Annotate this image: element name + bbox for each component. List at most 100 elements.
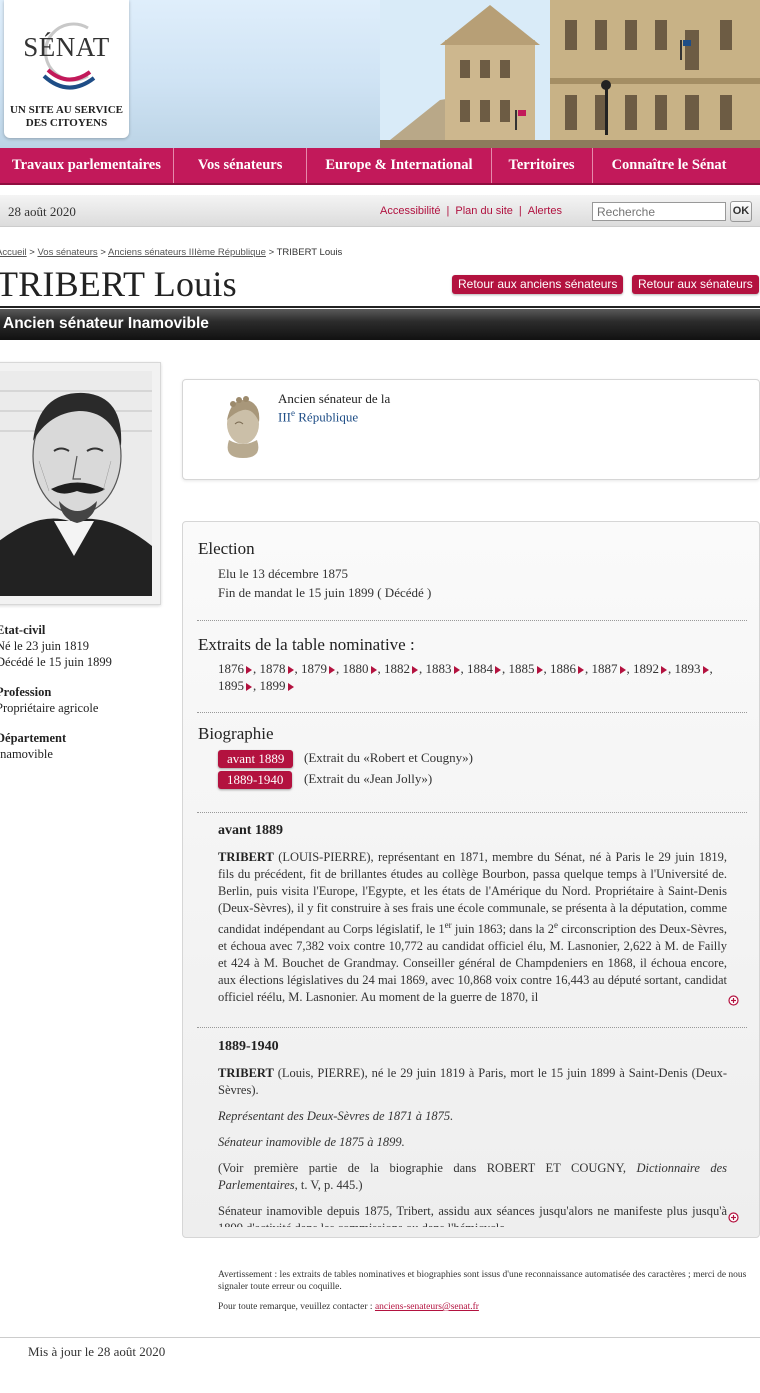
year-link[interactable]: 1878 [260, 661, 295, 676]
expand-plus-icon[interactable] [728, 995, 739, 1006]
year-link[interactable]: 1892 [633, 661, 668, 676]
nav-travaux-parlementaires[interactable]: Travaux parlementaires [0, 148, 174, 183]
year-link[interactable]: 1884 [467, 661, 502, 676]
bio1-title: avant 1889 [218, 823, 283, 838]
breadcrumb-anciens-senateurs[interactable]: Anciens sénateurs IIIème République [108, 247, 266, 258]
year-label: 1880 [342, 661, 369, 676]
subtitle-bar: Ancien sénateur Inamovible [0, 309, 760, 340]
biography-heading: Biographie [198, 724, 274, 743]
breadcrumb-accueil[interactable]: Accueil [0, 247, 27, 258]
republic-card: Ancien sénateur de la IIIe République [182, 379, 760, 480]
election-heading: Election [198, 539, 255, 558]
arrow-right-icon [287, 683, 294, 691]
year-link[interactable]: 1882 [384, 661, 419, 676]
year-link[interactable]: 1887 [592, 661, 627, 676]
year-label: 1882 [384, 661, 410, 676]
nav-europe-international[interactable]: Europe & International [307, 148, 492, 183]
bio2-paragraph: Représentant des Deux-Sèvres de 1871 à 1… [218, 1108, 727, 1125]
departement-label: Département [0, 731, 67, 745]
birth-date: Né le 23 juin 1819 [0, 639, 90, 653]
arrow-right-icon [619, 666, 626, 674]
bio2-paragraph: Sénateur inamovible depuis 1875, Tribert… [218, 1203, 727, 1227]
year-link[interactable]: 1899 [260, 678, 295, 693]
year-label: 1895 [218, 678, 244, 693]
year-link[interactable]: 1886 [550, 661, 585, 676]
utility-links: Accessibilité | Plan du site | Alertes [380, 205, 562, 217]
header-banner: SÉNAT UN SITE AU SERVICE DES CITOYENS [0, 0, 760, 148]
table-years: 1876, 1878, 1879, 1880, 1882, 1883, 1884… [218, 661, 713, 693]
year-link[interactable]: 1883 [426, 661, 461, 676]
year-link[interactable]: 1895 [218, 678, 253, 693]
bio-avant-1889-source: (Extrait du «Robert et Cougny») [304, 750, 473, 765]
contact-prefix: Pour toute remarque, veuillez contacter … [218, 1302, 375, 1312]
breadcrumb-current: TRIBERT Louis [276, 247, 343, 258]
bio2-italic: Sénateur inamovible de 1875 à 1899. [218, 1135, 405, 1149]
back-to-senators-button[interactable]: Retour aux sénateurs [632, 275, 759, 294]
year-link[interactable]: 1879 [301, 661, 336, 676]
bio1-text-part: juin 1863; dans la 2 [451, 922, 554, 937]
contact-line: Pour toute remarque, veuillez contacter … [218, 1302, 479, 1312]
expand-plus-icon[interactable] [728, 1212, 739, 1223]
departement-value: Inamovible [0, 747, 53, 761]
bio1-sup: er [444, 920, 452, 930]
year-label: 1876 [218, 661, 244, 676]
year-label: 1899 [259, 678, 286, 693]
year-label: 1893 [674, 661, 701, 676]
arrow-right-icon [661, 666, 667, 674]
nav-vos-senateurs[interactable]: Vos sénateurs [174, 148, 308, 183]
year-link[interactable]: 1880 [343, 661, 378, 676]
year-label: 1879 [301, 661, 327, 676]
portrait-frame [0, 362, 161, 605]
bio2-paragraph: TRIBERT (Louis, PIERRE), né le 29 juin 1… [218, 1065, 727, 1099]
ocr-warning: Avertissement : les extraits de tables n… [218, 1270, 747, 1292]
marianne-bust-icon [227, 396, 260, 458]
bio-avant-1889-button[interactable]: avant 1889 [218, 750, 294, 768]
nav-territoires[interactable]: Territoires [492, 148, 593, 183]
profession-label: Profession [0, 685, 52, 699]
current-date: 28 août 2020 [8, 204, 76, 219]
republic-link[interactable]: IIIe République [278, 408, 358, 425]
bio2-name: TRIBERT [218, 1066, 274, 1080]
search-ok-button[interactable]: OK [730, 201, 752, 222]
tagline-line-1: UN SITE AU SERVICE [9, 104, 123, 116]
search-input[interactable] [592, 202, 726, 221]
year-label: 1878 [259, 661, 286, 676]
year-link[interactable]: 1893 [675, 661, 710, 676]
year-label: 1887 [591, 661, 618, 676]
accessibility-link[interactable]: Accessibilité [380, 205, 441, 217]
back-to-former-senators-button[interactable]: Retour aux anciens sénateurs [452, 275, 624, 294]
republic-word: République [295, 409, 359, 425]
arrow-right-icon [453, 666, 460, 674]
senat-logo[interactable]: SÉNAT UN SITE AU SERVICE DES CITOYENS [4, 0, 129, 138]
bio2-text-part: (Louis, PIERRE), né le 29 juin 1819 à Pa… [218, 1066, 727, 1097]
main-panel: Election Elu le 13 décembre 1875 Fin de … [182, 521, 760, 1238]
sitemap-link[interactable]: Plan du site [455, 205, 512, 217]
year-link[interactable]: 1885 [509, 661, 544, 676]
main-nav: Travaux parlementaires Vos sénateurs Eur… [0, 148, 760, 185]
arrow-right-icon [578, 666, 584, 674]
election-date: Elu le 13 décembre 1875 [218, 566, 348, 581]
mandate-end: Fin de mandat le 15 juin 1899 ( Décédé ) [218, 585, 432, 600]
senator-status: Ancien sénateur Inamovible [3, 315, 209, 332]
death-date: Décédé le 15 juin 1899 [0, 655, 112, 669]
year-label: 1892 [633, 661, 659, 676]
year-label: 1884 [467, 661, 493, 676]
breadcrumb-separator: > [268, 247, 275, 258]
logo-tagline: UN SITE AU SERVICE DES CITOYENS [4, 104, 129, 130]
contact-email-link[interactable]: anciens-senateurs@senat.fr [375, 1302, 479, 1312]
arrow-right-icon [412, 666, 418, 674]
breadcrumb-vos-senateurs[interactable]: Vos sénateurs [37, 247, 97, 258]
bio-1889-1940-source: (Extrait du «Jean Jolly») [304, 771, 433, 786]
alerts-link[interactable]: Alertes [528, 205, 562, 217]
bio2-text: TRIBERT (Louis, PIERRE), né le 29 juin 1… [218, 1065, 727, 1227]
last-updated: Mis à jour le 28 août 2020 [28, 1344, 166, 1359]
arrow-right-icon [495, 666, 501, 674]
bio-1889-1940-button[interactable]: 1889-1940 [218, 771, 293, 789]
year-link[interactable]: 1876 [218, 661, 253, 676]
nav-connaitre-le-senat[interactable]: Connaître le Sénat [593, 148, 746, 183]
bio1-text: TRIBERT (LOUIS-PIERRE), représentant en … [218, 849, 727, 1004]
arrow-right-icon [536, 666, 543, 674]
section-divider [197, 712, 747, 713]
etat-civil-label: Etat-civil [0, 623, 46, 637]
breadcrumb-separator: > [100, 247, 106, 258]
